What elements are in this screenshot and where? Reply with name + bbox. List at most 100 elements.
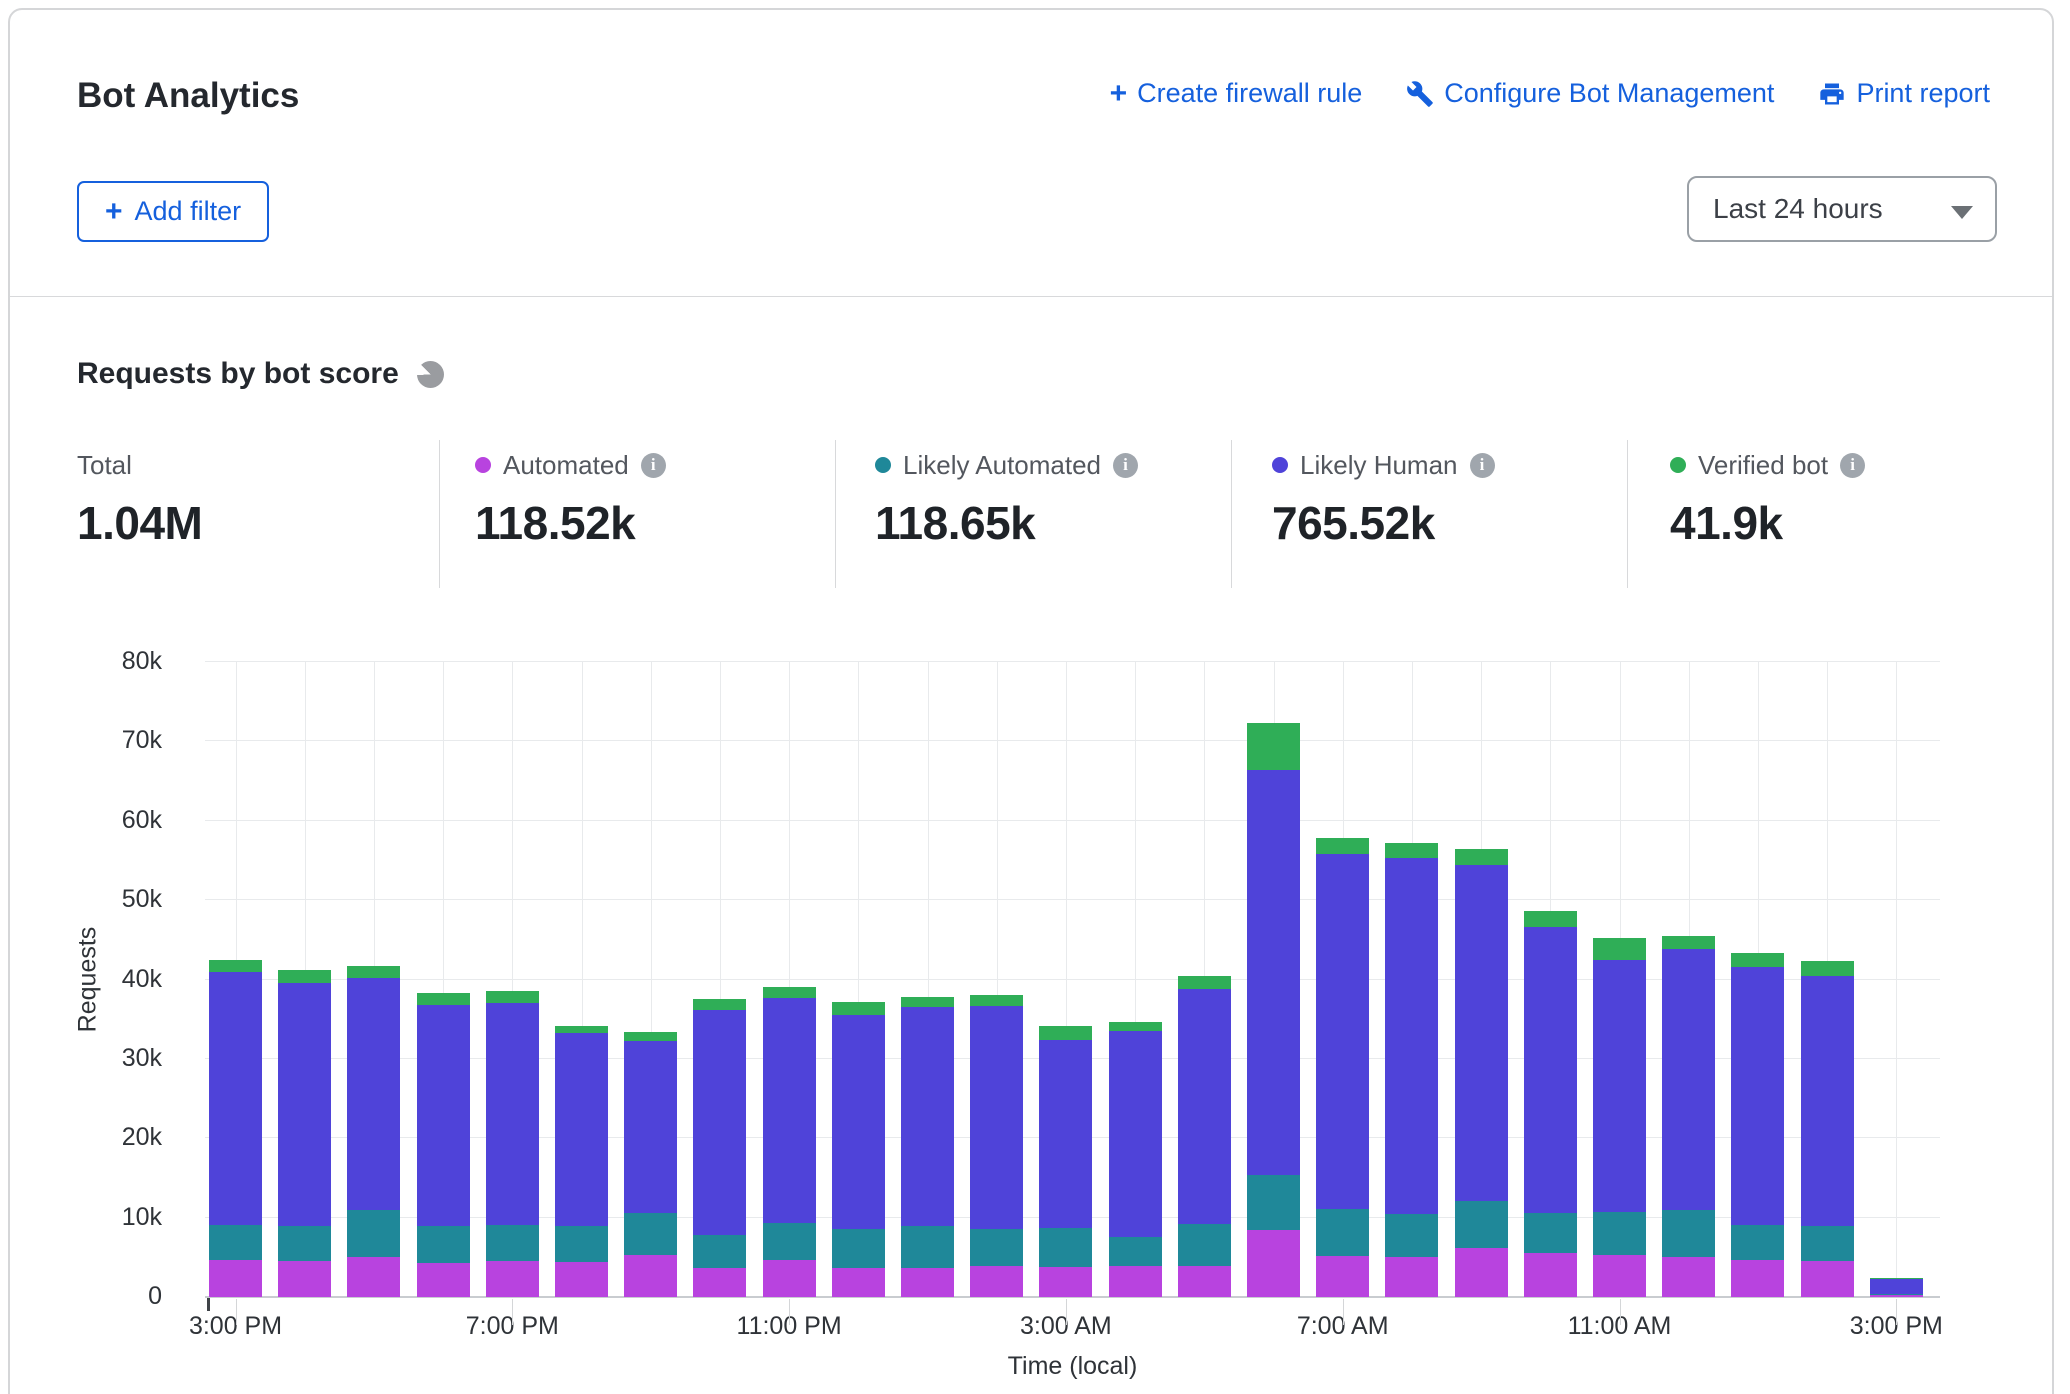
- bar-segment-verified-bot[interactable]: [624, 1032, 677, 1041]
- bar-segment-verified-bot[interactable]: [209, 960, 262, 972]
- bar-segment-likely-human[interactable]: [1385, 858, 1438, 1214]
- bar-segment-verified-bot[interactable]: [417, 993, 470, 1005]
- bar-segment-verified-bot[interactable]: [693, 999, 746, 1010]
- bar-segment-automated[interactable]: [1247, 1230, 1300, 1297]
- bar-segment-likely-automated[interactable]: [1662, 1210, 1715, 1256]
- bar-segment-verified-bot[interactable]: [347, 966, 400, 978]
- bar-segment-likely-human[interactable]: [1247, 770, 1300, 1175]
- bar-segment-likely-human[interactable]: [1662, 949, 1715, 1210]
- bar-segment-likely-automated[interactable]: [209, 1225, 262, 1260]
- bar-segment-likely-human[interactable]: [763, 998, 816, 1223]
- bar-segment-likely-automated[interactable]: [1178, 1224, 1231, 1266]
- bar-segment-automated[interactable]: [1178, 1266, 1231, 1297]
- bar-segment-automated[interactable]: [1524, 1253, 1577, 1297]
- bar-segment-automated[interactable]: [624, 1255, 677, 1297]
- bar-segment-likely-automated[interactable]: [1593, 1212, 1646, 1255]
- bar-segment-verified-bot[interactable]: [555, 1026, 608, 1034]
- bar-segment-verified-bot[interactable]: [278, 970, 331, 983]
- bar-segment-verified-bot[interactable]: [832, 1002, 885, 1015]
- bar-segment-likely-automated[interactable]: [1385, 1214, 1438, 1257]
- bar-segment-likely-automated[interactable]: [1870, 1294, 1923, 1296]
- bar-segment-likely-human[interactable]: [1593, 960, 1646, 1212]
- create-firewall-rule-link[interactable]: + Create firewall rule: [1110, 78, 1363, 109]
- bar-segment-likely-automated[interactable]: [555, 1226, 608, 1263]
- bar-segment-likely-automated[interactable]: [624, 1213, 677, 1255]
- bar-segment-likely-human[interactable]: [1109, 1031, 1162, 1237]
- bar-segment-likely-human[interactable]: [347, 978, 400, 1211]
- bar-segment-likely-human[interactable]: [555, 1033, 608, 1225]
- bar-segment-automated[interactable]: [693, 1268, 746, 1297]
- bar-segment-likely-human[interactable]: [832, 1015, 885, 1229]
- bar-segment-likely-human[interactable]: [1731, 967, 1784, 1225]
- bar-segment-likely-human[interactable]: [1801, 976, 1854, 1226]
- bar-segment-likely-human[interactable]: [1870, 1279, 1923, 1294]
- bar-segment-verified-bot[interactable]: [1247, 723, 1300, 770]
- info-icon[interactable]: i: [1113, 453, 1138, 478]
- bar-segment-automated[interactable]: [1801, 1261, 1854, 1297]
- bar-segment-automated[interactable]: [278, 1261, 331, 1297]
- bar-segment-automated[interactable]: [763, 1260, 816, 1297]
- bar-segment-verified-bot[interactable]: [1455, 849, 1508, 865]
- bar-segment-automated[interactable]: [1593, 1255, 1646, 1297]
- bar-segment-verified-bot[interactable]: [1593, 938, 1646, 960]
- bar-segment-verified-bot[interactable]: [1801, 961, 1854, 976]
- bar-segment-automated[interactable]: [1455, 1248, 1508, 1297]
- bar-segment-likely-automated[interactable]: [1731, 1225, 1784, 1260]
- bar-segment-verified-bot[interactable]: [1109, 1022, 1162, 1032]
- bar-segment-likely-automated[interactable]: [832, 1229, 885, 1268]
- time-range-select[interactable]: Last 24 hours: [1687, 176, 1997, 242]
- bar-segment-likely-automated[interactable]: [1455, 1201, 1508, 1248]
- bar-segment-automated[interactable]: [1039, 1267, 1092, 1297]
- print-report-link[interactable]: Print report: [1818, 78, 1990, 109]
- bar-segment-automated[interactable]: [555, 1262, 608, 1297]
- bar-segment-verified-bot[interactable]: [970, 995, 1023, 1006]
- bar-segment-likely-human[interactable]: [1316, 854, 1369, 1209]
- bar-segment-likely-automated[interactable]: [417, 1226, 470, 1263]
- bar-segment-likely-human[interactable]: [417, 1005, 470, 1226]
- bar-segment-verified-bot[interactable]: [1178, 976, 1231, 989]
- bar-segment-verified-bot[interactable]: [1870, 1278, 1923, 1279]
- bar-segment-automated[interactable]: [1662, 1257, 1715, 1297]
- bar-segment-verified-bot[interactable]: [1385, 843, 1438, 858]
- bar-segment-likely-automated[interactable]: [1109, 1237, 1162, 1266]
- bar-segment-likely-human[interactable]: [970, 1006, 1023, 1228]
- bar-segment-automated[interactable]: [1385, 1257, 1438, 1297]
- bar-segment-likely-automated[interactable]: [1039, 1228, 1092, 1267]
- bar-segment-likely-automated[interactable]: [278, 1226, 331, 1261]
- bar-segment-likely-human[interactable]: [624, 1041, 677, 1213]
- bar-segment-likely-human[interactable]: [278, 983, 331, 1226]
- bar-segment-automated[interactable]: [970, 1266, 1023, 1297]
- bar-segment-automated[interactable]: [1109, 1266, 1162, 1297]
- bar-segment-likely-automated[interactable]: [763, 1223, 816, 1260]
- bar-segment-automated[interactable]: [417, 1263, 470, 1297]
- bar-segment-likely-automated[interactable]: [970, 1229, 1023, 1266]
- bar-segment-likely-automated[interactable]: [486, 1225, 539, 1262]
- info-icon[interactable]: i: [1840, 453, 1865, 478]
- bar-segment-automated[interactable]: [1316, 1256, 1369, 1297]
- bar-segment-verified-bot[interactable]: [763, 987, 816, 997]
- bar-segment-likely-human[interactable]: [693, 1010, 746, 1235]
- bar-segment-likely-human[interactable]: [486, 1003, 539, 1225]
- bar-segment-verified-bot[interactable]: [486, 991, 539, 1003]
- bar-segment-verified-bot[interactable]: [1662, 936, 1715, 949]
- bar-segment-likely-human[interactable]: [1455, 865, 1508, 1201]
- bar-segment-verified-bot[interactable]: [1731, 953, 1784, 966]
- info-icon[interactable]: i: [641, 453, 666, 478]
- info-icon[interactable]: i: [1470, 453, 1495, 478]
- bar-segment-verified-bot[interactable]: [1524, 911, 1577, 927]
- bar-segment-likely-human[interactable]: [1524, 927, 1577, 1213]
- bar-segment-automated[interactable]: [486, 1261, 539, 1297]
- bar-segment-likely-human[interactable]: [1039, 1040, 1092, 1228]
- bar-segment-likely-automated[interactable]: [1524, 1213, 1577, 1253]
- bar-segment-likely-automated[interactable]: [1316, 1209, 1369, 1256]
- bar-segment-likely-automated[interactable]: [693, 1235, 746, 1268]
- bar-segment-automated[interactable]: [832, 1268, 885, 1297]
- bar-segment-likely-automated[interactable]: [347, 1210, 400, 1257]
- bar-segment-likely-human[interactable]: [901, 1007, 954, 1226]
- bar-segment-automated[interactable]: [1870, 1295, 1923, 1297]
- add-filter-button[interactable]: + Add filter: [77, 181, 269, 242]
- bar-segment-likely-automated[interactable]: [901, 1226, 954, 1268]
- bar-segment-likely-automated[interactable]: [1247, 1175, 1300, 1231]
- bar-segment-automated[interactable]: [347, 1257, 400, 1297]
- bar-segment-automated[interactable]: [901, 1268, 954, 1297]
